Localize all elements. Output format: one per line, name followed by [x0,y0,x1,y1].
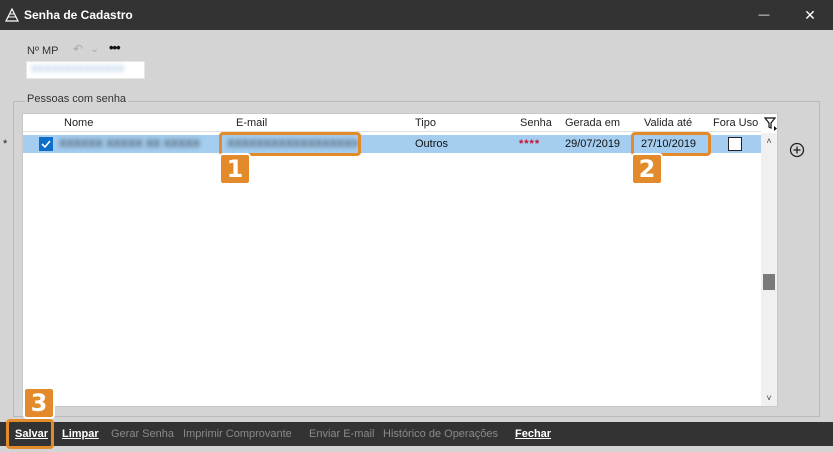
column-header-valida-ate[interactable]: Valida até [644,117,692,129]
gerar-senha-button[interactable]: Gerar Senha [111,428,174,440]
close-icon: ✕ [804,6,816,23]
app-logo-icon [5,8,19,22]
scroll-down-icon[interactable]: ˅ [761,390,777,406]
cell-senha: **** [519,138,541,150]
fechar-label: Fechar [515,428,552,440]
gerar-senha-label: Gerar Senha [111,428,174,440]
title-bar: Senha de Cadastro — ✕ [0,0,833,30]
chevron-down-icon[interactable]: ⌄ [90,42,99,55]
action-bar: Salvar Limpar Gerar Senha Imprimir Compr… [0,422,833,446]
column-header-tipo[interactable]: Tipo [415,117,436,129]
callout-badge-2: 2 [631,153,663,185]
checkmark-icon [41,140,51,149]
nmp-field[interactable]: XXXXXXXXXXXXXX [26,61,145,79]
vertical-scrollbar[interactable]: ˄ ˅ [761,133,777,406]
nmp-label: Nº MP [27,45,59,57]
row-select-checkbox[interactable] [39,137,53,151]
fechar-button[interactable]: Fechar [515,428,551,440]
minimize-button[interactable]: — [741,0,787,30]
people-grid: Nome E-mail Tipo Senha Gerada em Valida … [3,113,778,407]
callout-badge-1: 1 [219,153,251,185]
column-header-email[interactable]: E-mail [236,117,267,129]
column-header-gerada-em[interactable]: Gerada em [565,117,620,129]
limpar-button[interactable]: Limpar [62,428,99,440]
nmp-value: XXXXXXXXXXXXXX [31,64,125,75]
group-label: Pessoas com senha [25,93,129,105]
add-person-icon[interactable] [789,142,805,158]
enviar-email-label: Enviar E-mail [309,428,375,440]
cell-gerada-em: 29/07/2019 [565,138,621,150]
imprimir-comprovante-button[interactable]: Imprimir Comprovante [183,428,292,440]
window-title: Senha de Cadastro [24,8,133,22]
scroll-thumb[interactable] [763,274,775,290]
close-button[interactable]: ✕ [787,0,833,30]
dialog-body: Nº MP ↶ ⌄ ••• XXXXXXXXXXXXXX Pessoas com… [0,30,833,422]
more-options-icon[interactable]: ••• [109,40,121,55]
historico-label: Histórico de Operações [383,428,498,440]
column-header-senha[interactable]: Senha [520,117,552,129]
row-indicator: * [3,138,8,150]
cell-tipo: Outros [415,138,449,150]
historico-button[interactable]: Histórico de Operações [383,428,498,440]
column-header-nome[interactable]: Nome [64,117,93,129]
undo-icon[interactable]: ↶ [73,42,83,56]
imprimir-comprovante-label: Imprimir Comprovante [183,428,292,440]
grid-header: Nome E-mail Tipo Senha Gerada em Valida … [23,114,761,132]
enviar-email-button[interactable]: Enviar E-mail [309,428,374,440]
limpar-label: Limpar [62,428,99,440]
cell-nome: XXXXXX XXXXX XX XXXXX [59,138,199,150]
fora-uso-checkbox[interactable] [728,137,742,151]
bottom-edge [0,446,833,452]
minimize-icon: — [758,9,770,21]
scroll-up-icon[interactable]: ˄ [761,133,777,149]
column-header-fora-uso[interactable]: Fora Uso [713,117,758,129]
filter-icon[interactable] [764,116,778,132]
callout-box-salvar [6,419,54,449]
callout-badge-3: 3 [23,387,55,419]
